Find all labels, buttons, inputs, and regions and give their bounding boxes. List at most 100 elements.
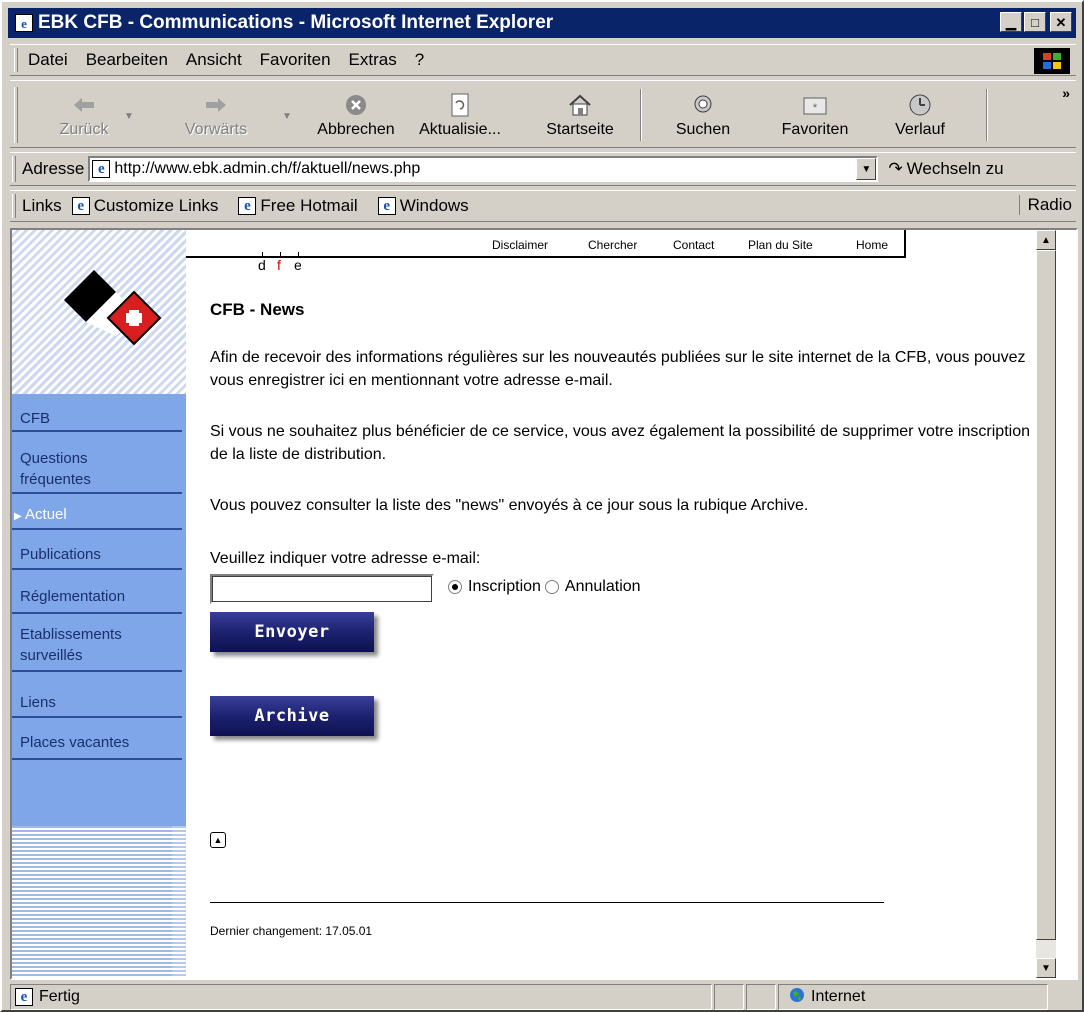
home-icon <box>566 93 594 117</box>
lang-de[interactable]: d <box>258 257 266 273</box>
left-column: CFB Questions fréquentes ▶ Actuel Public… <box>12 230 186 978</box>
zone-label: Internet <box>811 988 866 1005</box>
status-cell <box>714 984 744 1010</box>
standard-toolbar: Zurück ▼ Vorwärts ▼ Abbrechen Aktualisie… <box>10 80 1076 148</box>
forward-button[interactable]: Vorwärts <box>176 85 256 145</box>
menu-bar: Datei Bearbeiten Ansicht Favoriten Extra… <box>10 44 1076 76</box>
forward-dropdown-icon[interactable]: ▼ <box>282 111 292 122</box>
sidebar-item-label: Publications <box>20 546 101 563</box>
sidebar-item-cfb[interactable]: CFB <box>12 408 182 432</box>
scroll-up-button[interactable]: ▲ <box>1036 230 1056 250</box>
address-url[interactable]: http://www.ebk.admin.ch/f/aktuell/news.p… <box>114 160 420 178</box>
link-windows-label: Windows <box>399 196 469 215</box>
address-grip[interactable] <box>12 156 16 182</box>
sidebar-item-label: Liens <box>20 694 56 711</box>
history-label: Verlauf <box>895 121 945 138</box>
sidebar-item-etablissements[interactable]: Etablissements surveillés <box>12 622 182 672</box>
svg-text:*: * <box>813 102 818 114</box>
toolbar-grip[interactable] <box>14 87 18 143</box>
lang-en[interactable]: e <box>294 257 302 273</box>
go-label: Wechseln zu <box>906 159 1004 178</box>
maximize-button[interactable]: □ <box>1024 12 1046 32</box>
address-input[interactable]: e http://www.ebk.admin.ch/f/aktuell/news… <box>88 156 879 182</box>
address-bar: Adresse e http://www.ebk.admin.ch/f/aktu… <box>10 152 1076 186</box>
logo-area <box>12 230 186 394</box>
topnav-chercher[interactable]: Chercher <box>588 238 637 252</box>
menu-grip[interactable] <box>14 48 18 72</box>
radio-annulation[interactable] <box>544 580 559 594</box>
topnav-disclaimer[interactable]: Disclaimer <box>492 238 548 252</box>
close-icon: ✕ <box>1055 14 1067 30</box>
page-icon: e <box>92 160 111 178</box>
link-windows[interactable]: e Windows <box>377 196 469 216</box>
toolbar-chevron-icon[interactable]: » <box>1062 85 1070 101</box>
address-dropdown-button[interactable]: ▼ <box>856 158 877 180</box>
footer-divider <box>210 902 884 903</box>
email-label: Veuillez indiquer votre adresse e-mail: <box>210 550 481 567</box>
go-button[interactable]: ↷ Wechseln zu <box>888 159 1003 179</box>
menu-ansicht[interactable]: Ansicht <box>186 50 242 70</box>
send-button[interactable]: Envoyer <box>210 612 374 652</box>
archive-button[interactable]: Archive <box>210 696 374 736</box>
title-bar[interactable]: e EBK CFB - Communications - Microsoft I… <box>8 8 1076 38</box>
back-arrow-icon <box>70 93 98 117</box>
history-button[interactable]: Verlauf <box>880 85 960 145</box>
ebk-cfb-logo[interactable] <box>12 230 186 394</box>
page-title: CFB - News <box>210 300 305 319</box>
vertical-scrollbar[interactable]: ▲ ▼ <box>1036 230 1056 978</box>
links-grip[interactable] <box>12 194 16 218</box>
intro-paragraph: Afin de recevoir des informations réguli… <box>210 349 1026 389</box>
radio-inscription[interactable] <box>448 580 462 594</box>
page-viewport: CFB Questions fréquentes ▶ Actuel Public… <box>10 228 1078 980</box>
topnav-contact[interactable]: Contact <box>673 238 714 252</box>
sidebar-item-label: Réglementation <box>20 588 126 605</box>
search-button[interactable]: Suchen <box>658 85 748 145</box>
chevron-down-icon: ▼ <box>861 163 872 175</box>
sidebar-item-actuel[interactable]: ▶ Actuel <box>12 500 182 530</box>
home-button[interactable]: Startseite <box>530 85 630 145</box>
history-icon <box>906 93 934 117</box>
menu-help[interactable]: ? <box>415 50 424 70</box>
back-button[interactable]: Zurück <box>54 85 114 145</box>
close-button[interactable]: ✕ <box>1050 12 1072 32</box>
minimize-button[interactable]: ▁ <box>1000 12 1022 32</box>
stop-label: Abbrechen <box>317 121 395 138</box>
topnav-plan-du-site[interactable]: Plan du Site <box>748 238 813 252</box>
back-dropdown-icon[interactable]: ▼ <box>124 111 134 122</box>
sidebar-item-places[interactable]: Places vacantes <box>12 726 182 760</box>
refresh-label: Aktualisie... <box>419 121 501 138</box>
sidebar-item-label: Actuel <box>25 506 67 523</box>
sidebar-item-reglementation[interactable]: Réglementation <box>12 580 182 614</box>
menu-extras[interactable]: Extras <box>349 50 397 70</box>
scroll-thumb[interactable] <box>1036 250 1056 940</box>
sidebar-pattern <box>12 826 172 978</box>
link-page-icon: e <box>71 197 90 215</box>
sidebar-item-liens[interactable]: Liens <box>12 684 182 718</box>
forward-label: Vorwärts <box>184 121 248 138</box>
maximize-icon: □ <box>1031 14 1039 30</box>
search-label: Suchen <box>675 121 731 138</box>
menu-favoriten[interactable]: Favoriten <box>260 50 331 70</box>
email-field[interactable] <box>210 574 434 604</box>
archive-paragraph: Vous pouvez consulter la liste des "news… <box>210 497 809 514</box>
link-customize[interactable]: e Customize Links <box>71 196 218 216</box>
stop-button[interactable]: Abbrechen <box>306 85 406 145</box>
sidebar-item-publications[interactable]: Publications <box>12 540 182 570</box>
scroll-down-button[interactable]: ▼ <box>1036 958 1056 978</box>
ie-icon: e <box>14 13 34 33</box>
chevron-down-icon: ▼ <box>1041 962 1051 974</box>
menu-datei[interactable]: Datei <box>28 50 68 70</box>
sidebar-item-questions[interactable]: Questions fréquentes <box>12 446 182 494</box>
back-to-top-icon[interactable]: ▲ <box>210 832 226 848</box>
links-label: Links <box>22 196 62 215</box>
address-label: Adresse <box>22 159 85 178</box>
search-icon <box>689 93 717 117</box>
topnav-home[interactable]: Home <box>856 238 888 252</box>
favorites-button[interactable]: * Favoriten <box>770 85 860 145</box>
refresh-button[interactable]: Aktualisie... <box>410 85 510 145</box>
menu-bearbeiten[interactable]: Bearbeiten <box>86 50 168 70</box>
lang-fr[interactable]: f <box>277 257 281 273</box>
back-label: Zurück <box>59 121 109 138</box>
radio-toolbar-button[interactable]: Radio <box>1018 195 1072 215</box>
link-hotmail[interactable]: e Free Hotmail <box>238 196 358 216</box>
